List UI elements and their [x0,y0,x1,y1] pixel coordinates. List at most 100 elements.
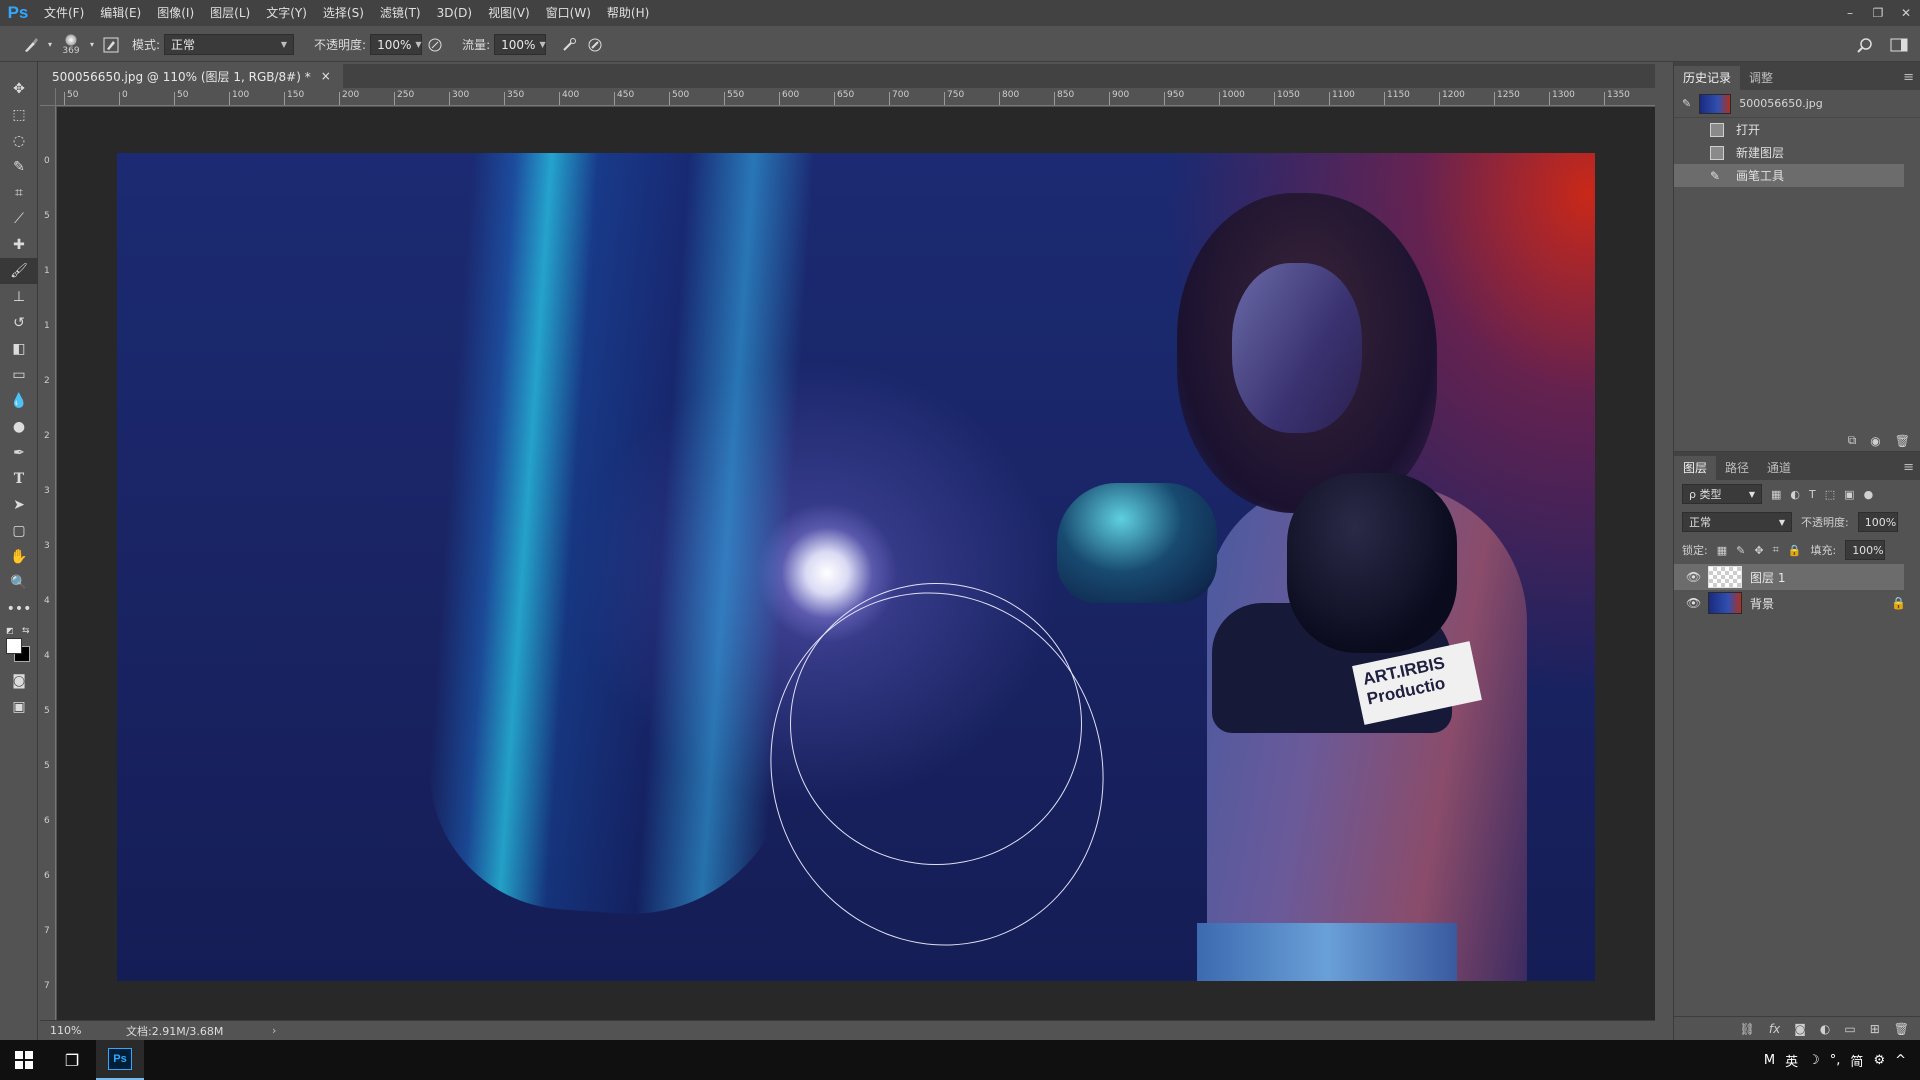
menu-3d[interactable]: 3D(D) [429,0,480,26]
blend-mode-select[interactable]: 正常 ▼ [1682,512,1792,532]
crop-tool-icon[interactable]: ⌗ [0,180,38,206]
lock-image-icon[interactable]: ✎ [1736,544,1745,557]
tray-item[interactable]: ^ [1895,1053,1906,1068]
lasso-tool-icon[interactable]: ◌ [0,128,38,154]
tray-item[interactable]: °, [1830,1053,1841,1068]
tray-item[interactable]: 英 [1785,1051,1798,1070]
eyedropper-tool-icon[interactable]: ⟋ [0,206,38,232]
pressure-size-icon[interactable] [582,33,608,57]
history-item-new-layer[interactable]: 新建图层 [1674,141,1920,164]
chevron-down-icon[interactable]: ▾ [86,33,98,57]
lock-transparent-icon[interactable]: ▦ [1717,544,1727,557]
workspace-switcher-icon[interactable] [1886,33,1912,57]
lock-all-icon[interactable]: 🔒 [1788,544,1802,557]
new-layer-icon[interactable]: ⊞ [1870,1022,1880,1036]
lock-position-icon[interactable]: ✥ [1754,544,1763,557]
filter-shape-icon[interactable]: ⬚ [1825,488,1835,501]
brush-tool-preset-icon[interactable] [18,33,44,57]
fx-icon[interactable]: fx [1769,1022,1780,1036]
filter-toggle-icon[interactable]: ● [1864,488,1874,501]
taskbar-photoshop-app[interactable]: Ps [96,1040,144,1080]
brush-size-picker[interactable]: 369 [56,33,86,56]
path-selection-tool-icon[interactable]: ➤ [0,492,38,518]
layer-opacity-input[interactable]: 100% [1857,512,1898,532]
more-tools-icon[interactable]: ••• [0,596,38,622]
tray-item[interactable]: M [1764,1053,1775,1068]
layer-row-background[interactable]: 👁 背景 🔒 [1674,590,1920,616]
link-layers-icon[interactable]: ⛓ [1740,1022,1755,1036]
tab-layers[interactable]: 图层 [1674,456,1717,480]
visibility-eye-icon[interactable]: 👁 [1686,596,1701,610]
visibility-eye-icon[interactable]: 👁 [1686,570,1701,584]
minimize-button[interactable]: – [1836,0,1864,26]
quick-mask-icon[interactable]: ◙ [0,668,38,694]
trash-icon[interactable]: 🗑 [1895,434,1910,448]
zoom-tool-icon[interactable]: 🔍 [0,570,38,596]
filter-adjustment-icon[interactable]: ◐ [1790,488,1800,501]
swap-colors-icon[interactable]: ⇆ [22,626,30,636]
menu-view[interactable]: 视图(V) [480,0,538,26]
pressure-opacity-icon[interactable] [422,33,448,57]
search-icon[interactable] [1852,33,1878,57]
eraser-tool-icon[interactable]: ◧ [0,336,38,362]
type-tool-icon[interactable]: T [0,466,38,492]
history-item-brush-tool[interactable]: ✎ 画笔工具 [1674,164,1904,187]
healing-brush-tool-icon[interactable]: ✚ [0,232,38,258]
brush-tool-icon[interactable]: 🖌 [0,258,38,284]
screen-mode-icon[interactable]: ▣ [0,694,38,720]
camera-icon[interactable]: ◉ [1870,434,1880,448]
new-document-from-state-icon[interactable]: ⧉ [1848,433,1857,448]
restore-button[interactable]: ❐ [1864,0,1892,26]
menu-window[interactable]: 窗口(W) [538,0,599,26]
menu-filter[interactable]: 滤镜(T) [372,0,429,26]
history-brush-source-icon[interactable]: ✎ [1682,97,1691,110]
filter-type-icon[interactable]: T [1809,488,1816,501]
document-tab[interactable]: 500056650.jpg @ 110% (图层 1, RGB/8#) * × [40,64,343,88]
flow-input[interactable]: 100% ▼ [494,34,547,55]
filter-smart-object-icon[interactable]: ▣ [1844,488,1854,501]
gradient-tool-icon[interactable]: ▭ [0,362,38,388]
pen-tool-icon[interactable]: ✒ [0,440,38,466]
windows-start-icon[interactable] [0,1040,48,1080]
filter-pixel-icon[interactable]: ▦ [1771,488,1781,501]
menu-help[interactable]: 帮助(H) [599,0,657,26]
new-group-icon[interactable]: ▭ [1844,1022,1855,1036]
mode-select[interactable]: 正常 ▼ [164,34,295,55]
color-swatches[interactable]: ◩ ⇆ [0,622,37,668]
hand-tool-icon[interactable]: ✋ [0,544,38,570]
tab-paths[interactable]: 路径 [1716,456,1758,480]
tab-adjustments[interactable]: 调整 [1740,66,1782,90]
default-colors-icon[interactable]: ◩ [6,626,14,635]
close-icon[interactable]: × [321,69,331,83]
task-view-icon[interactable]: ❐ [48,1040,96,1080]
shape-tool-icon[interactable]: ▢ [0,518,38,544]
horizontal-ruler[interactable]: 50 0 50 100 150 200 250 300 350 400 450 500 550 600 65… [56,88,1655,106]
lock-artboard-icon[interactable]: ⌗ [1773,543,1779,557]
panel-menu-icon[interactable]: ≡ [1903,456,1914,480]
trash-icon[interactable]: 🗑 [1894,1022,1909,1036]
zoom-level[interactable]: 110% [40,1024,110,1037]
opacity-input[interactable]: 100% ▼ [370,34,423,55]
quick-selection-tool-icon[interactable]: ✎ [0,154,38,180]
airbrush-icon[interactable] [556,33,582,57]
tab-history[interactable]: 历史记录 [1674,66,1741,90]
ruler-origin[interactable] [40,88,56,106]
tab-channels[interactable]: 通道 [1758,456,1800,480]
menu-file[interactable]: 文件(F) [36,0,92,26]
add-mask-icon[interactable]: ◙ [1794,1022,1806,1036]
layer-filter-select[interactable]: ρ 类型 ▼ [1682,484,1762,504]
menu-edit[interactable]: 编辑(E) [92,0,149,26]
blur-tool-icon[interactable]: 💧 [0,388,38,414]
clone-stamp-tool-icon[interactable]: ⊥ [0,284,38,310]
marquee-tool-icon[interactable]: ⬚ [0,102,38,128]
tray-item[interactable]: 简 [1850,1051,1863,1070]
tray-item[interactable]: ☽ [1808,1053,1820,1068]
brush-panel-toggle-icon[interactable] [98,33,124,57]
layer-row-layer1[interactable]: 👁 图层 1 [1674,564,1904,590]
history-item-open[interactable]: 打开 [1674,118,1920,141]
history-brush-tool-icon[interactable]: ↺ [0,310,38,336]
menu-type[interactable]: 文字(Y) [258,0,315,26]
menu-layer[interactable]: 图层(L) [202,0,258,26]
fill-input[interactable]: 100% [1845,540,1886,560]
vertical-ruler[interactable]: 0 5 1 1 2 2 3 3 4 4 5 5 6 6 7 7 [40,106,56,1020]
